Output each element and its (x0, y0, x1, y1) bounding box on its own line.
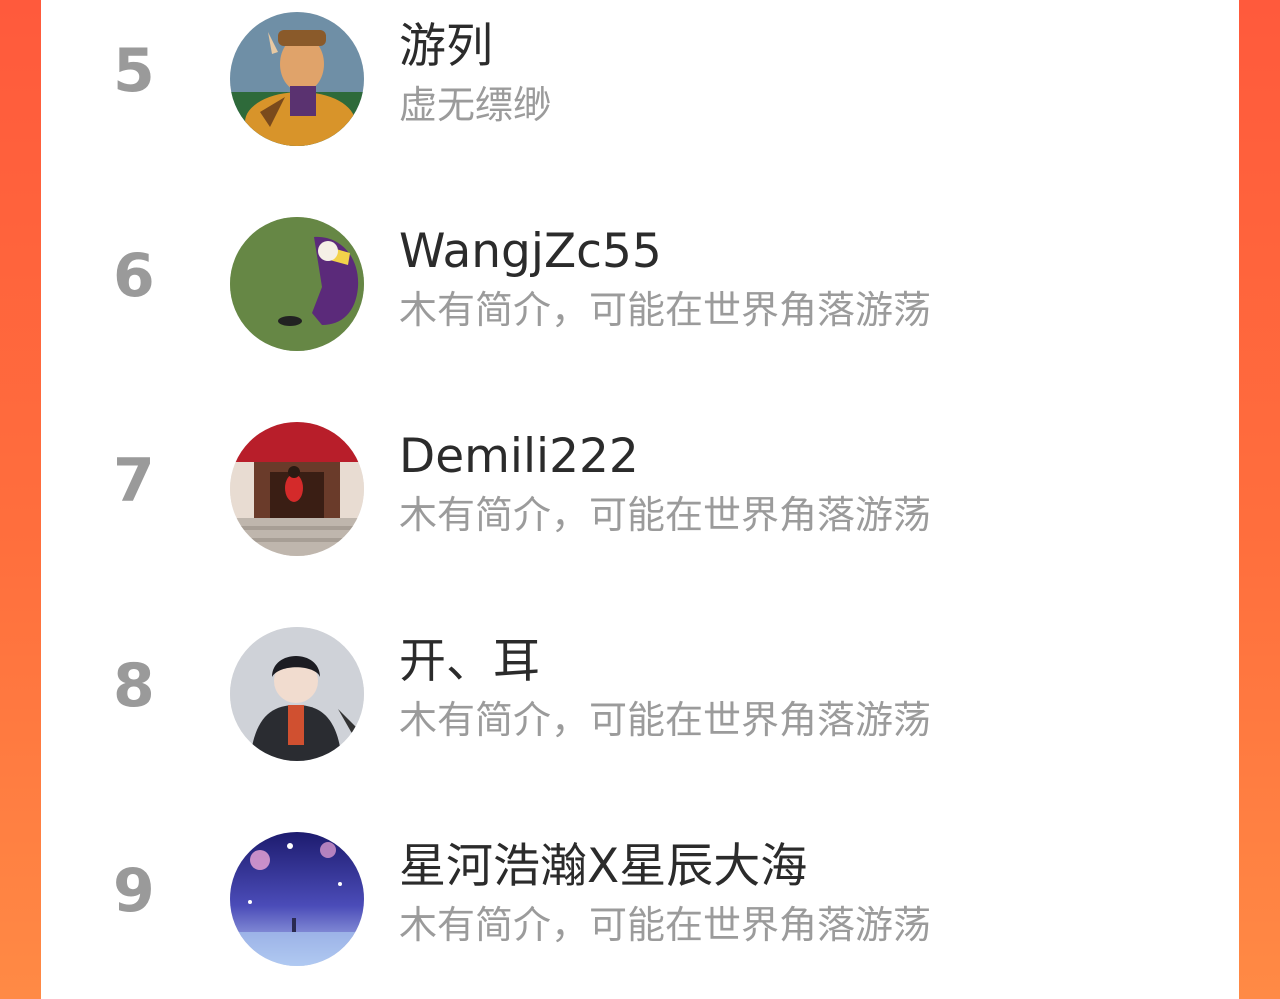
user-bio: 木有简介，可能在世界角落游荡 (399, 288, 932, 332)
anime-boy-avatar-icon[interactable] (230, 627, 364, 761)
user-bio: 木有简介，可能在世界角落游荡 (399, 903, 932, 947)
user-name[interactable]: WangjZc55 (399, 221, 662, 283)
user-name[interactable]: 开、耳 (399, 631, 540, 693)
user-name[interactable]: Demili222 (399, 426, 639, 488)
list-item[interactable]: 7 Demili222 木有简介，可能在世界角落游荡 (41, 410, 1239, 570)
rank-number: 8 (113, 651, 155, 721)
user-bio: 虚无缥缈 (399, 83, 552, 127)
user-bio: 木有简介，可能在世界角落游荡 (399, 698, 932, 742)
red-doorway-avatar-icon[interactable] (230, 422, 364, 556)
grass-field-avatar-icon[interactable] (230, 217, 364, 351)
user-name[interactable]: 星河浩瀚X星辰大海 (399, 836, 807, 898)
list-item[interactable]: 6 WangjZc55 木有简介，可能在世界角落游荡 (41, 205, 1239, 365)
user-name[interactable]: 游列 (399, 16, 493, 78)
rank-number: 7 (113, 446, 155, 516)
user-bio: 木有简介，可能在世界角落游荡 (399, 493, 932, 537)
rank-number: 9 (113, 856, 155, 926)
starry-sky-avatar-icon[interactable] (230, 832, 364, 966)
rank-number: 6 (113, 241, 155, 311)
ranking-panel: 5 游列 虚无缥缈 6 WangjZc55 木有简介，可能在世界角落游荡 7 D… (41, 0, 1239, 999)
list-item[interactable]: 9 星河浩瀚X星辰大海 木有简介，可能在世界角落游荡 (41, 820, 1239, 980)
list-item[interactable]: 8 开、耳 木有简介，可能在世界角落游荡 (41, 615, 1239, 775)
list-item[interactable]: 5 游列 虚无缥缈 (41, 0, 1239, 160)
rank-number: 5 (113, 36, 155, 106)
character-avatar-icon[interactable] (230, 12, 364, 146)
